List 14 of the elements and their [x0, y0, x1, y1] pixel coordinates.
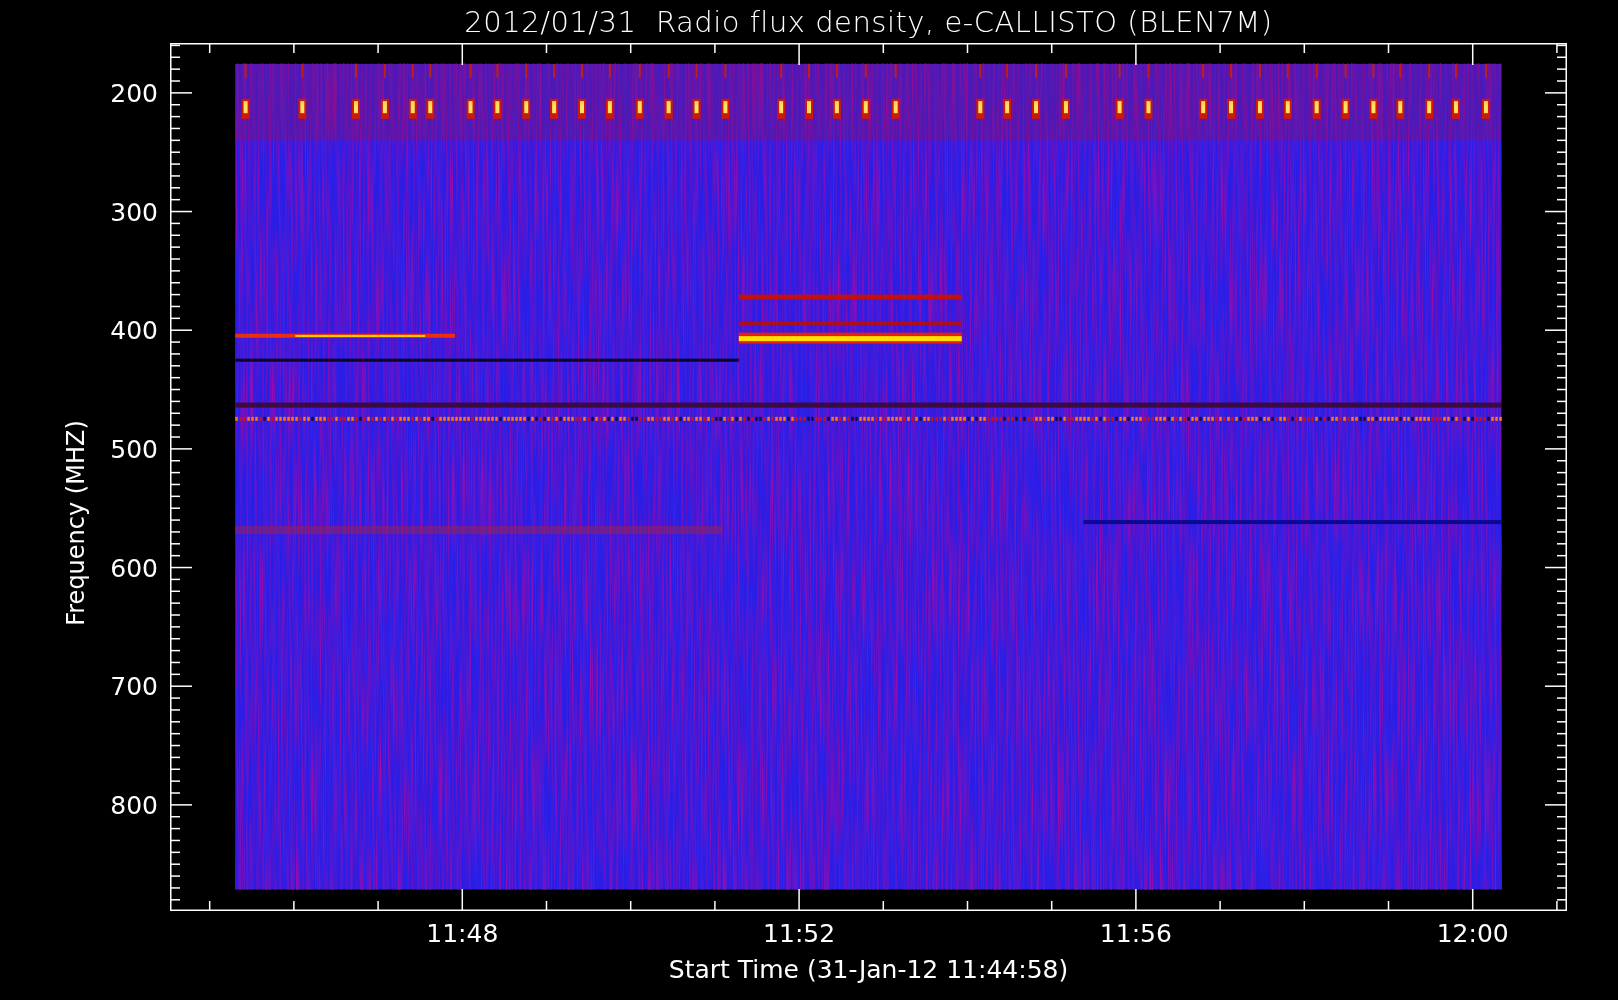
- y-tick-label: 400: [110, 315, 158, 345]
- y-tick-label: 200: [110, 78, 158, 108]
- x-tick-label: 11:48: [426, 919, 499, 948]
- y-tick-label: 300: [110, 197, 158, 227]
- x-tick-label: 11:56: [1099, 919, 1172, 948]
- y-tick-label: 700: [110, 671, 158, 701]
- y-tick-label: 500: [110, 434, 158, 464]
- y-axis-label: Frequency (MHZ): [62, 420, 90, 626]
- x-tick-label: 12:00: [1436, 919, 1509, 948]
- chart-title: 2012/01/31 Radio flux density, e-CALLISTO (BLEN7M): [464, 4, 1273, 39]
- y-tick-label: 600: [110, 553, 158, 583]
- x-axis-label: Start Time (31-Jan-12 11:44:58): [668, 955, 1069, 984]
- y-tick-label: 800: [110, 790, 158, 820]
- x-tick-label: 11:52: [763, 919, 836, 948]
